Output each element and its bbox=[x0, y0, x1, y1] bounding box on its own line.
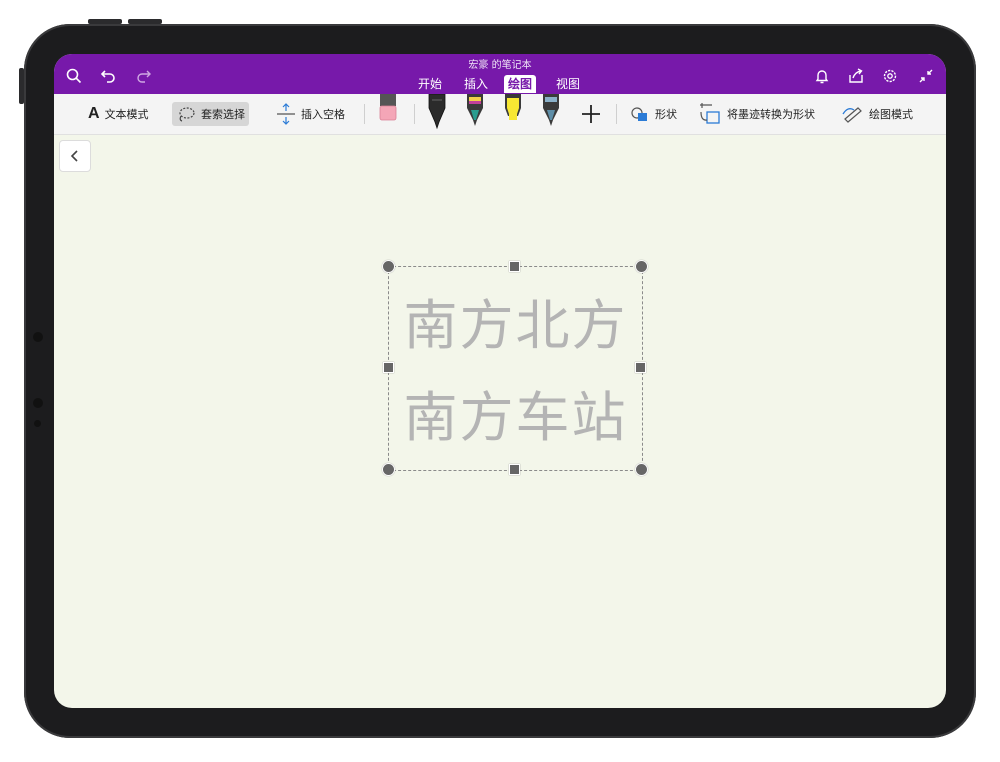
app-screen: 宏豪 的笔记本 开始 插入 绘图 视图 A 文本模式 套索选择 插入空格 形状 … bbox=[54, 54, 946, 708]
tab-home[interactable]: 开始 bbox=[414, 75, 446, 93]
redo-icon[interactable] bbox=[134, 66, 154, 86]
ink-to-shape-label: 将墨迹转换为形状 bbox=[727, 108, 815, 121]
insert-space-label: 插入空格 bbox=[301, 108, 345, 121]
resize-handle-bottom-right[interactable] bbox=[635, 463, 648, 476]
search-icon[interactable] bbox=[64, 66, 84, 86]
resize-handle-bottom[interactable] bbox=[509, 464, 520, 475]
add-pen-button[interactable] bbox=[580, 103, 602, 125]
resize-handle-bottom-left[interactable] bbox=[382, 463, 395, 476]
ink-to-shape-button[interactable]: 将墨迹转换为形状 bbox=[694, 102, 819, 126]
insert-space-icon bbox=[277, 103, 295, 125]
eraser-icon bbox=[379, 94, 397, 121]
back-button[interactable] bbox=[59, 140, 91, 172]
teal-pen-icon bbox=[467, 94, 483, 126]
text-mode-label: 文本模式 bbox=[104, 108, 149, 121]
collapse-icon[interactable] bbox=[916, 66, 936, 86]
ribbon-divider bbox=[364, 104, 365, 124]
camera-dot bbox=[33, 398, 43, 408]
lasso-icon bbox=[179, 107, 195, 122]
resize-handle-right[interactable] bbox=[635, 362, 646, 373]
ink-text-line-1[interactable]: 南方北方 bbox=[389, 281, 642, 360]
tab-draw[interactable]: 绘图 bbox=[504, 75, 537, 93]
yellow-highlighter-button[interactable] bbox=[502, 94, 524, 134]
chevron-left-icon bbox=[70, 150, 78, 162]
shapes-icon bbox=[631, 107, 647, 121]
bell-icon[interactable] bbox=[812, 66, 832, 86]
ink-to-shape-icon bbox=[700, 103, 720, 124]
draw-ribbon: A 文本模式 套索选择 插入空格 形状 将墨迹转换为形状 绘图模式 bbox=[54, 93, 946, 135]
ink-text-line-2[interactable]: 南方车站 bbox=[389, 373, 642, 452]
gray-pen-button[interactable] bbox=[540, 94, 562, 134]
undo-icon[interactable] bbox=[98, 66, 118, 86]
resize-handle-top[interactable] bbox=[509, 261, 520, 272]
ribbon-divider bbox=[414, 104, 415, 124]
gray-pen-icon bbox=[543, 94, 559, 126]
settings-icon[interactable] bbox=[880, 66, 900, 86]
text-mode-icon: A bbox=[88, 105, 100, 122]
yellow-highlighter-icon bbox=[505, 94, 521, 120]
insert-space-button[interactable]: 插入空格 bbox=[272, 102, 349, 126]
camera-dot bbox=[34, 420, 41, 427]
lasso-select-label: 套索选择 bbox=[201, 108, 245, 121]
resize-handle-top-left[interactable] bbox=[382, 260, 395, 273]
eraser-button[interactable] bbox=[377, 94, 399, 126]
title-bar: 宏豪 的笔记本 开始 插入 绘图 视图 bbox=[54, 54, 946, 94]
draw-mode-button[interactable]: 绘图模式 bbox=[838, 102, 917, 126]
camera-dot bbox=[33, 332, 43, 342]
teal-pen-button[interactable] bbox=[464, 94, 486, 134]
tab-insert[interactable]: 插入 bbox=[460, 75, 492, 93]
shapes-label: 形状 bbox=[655, 108, 677, 121]
tab-view[interactable]: 视图 bbox=[552, 75, 584, 93]
resize-handle-top-right[interactable] bbox=[635, 260, 648, 273]
ink-selection-box[interactable]: 南方北方 南方车站 bbox=[382, 260, 648, 476]
ribbon-divider bbox=[616, 104, 617, 124]
shapes-button[interactable]: 形状 bbox=[626, 102, 681, 126]
black-pen-button[interactable] bbox=[426, 93, 448, 134]
plus-icon bbox=[582, 105, 600, 123]
text-mode-button[interactable]: A 文本模式 bbox=[84, 102, 153, 126]
resize-handle-left[interactable] bbox=[383, 362, 394, 373]
draw-mode-icon bbox=[842, 107, 862, 123]
draw-mode-label: 绘图模式 bbox=[869, 108, 913, 121]
black-pen-icon bbox=[428, 93, 446, 130]
lasso-select-button[interactable]: 套索选择 bbox=[172, 102, 249, 126]
share-icon[interactable] bbox=[846, 66, 866, 86]
